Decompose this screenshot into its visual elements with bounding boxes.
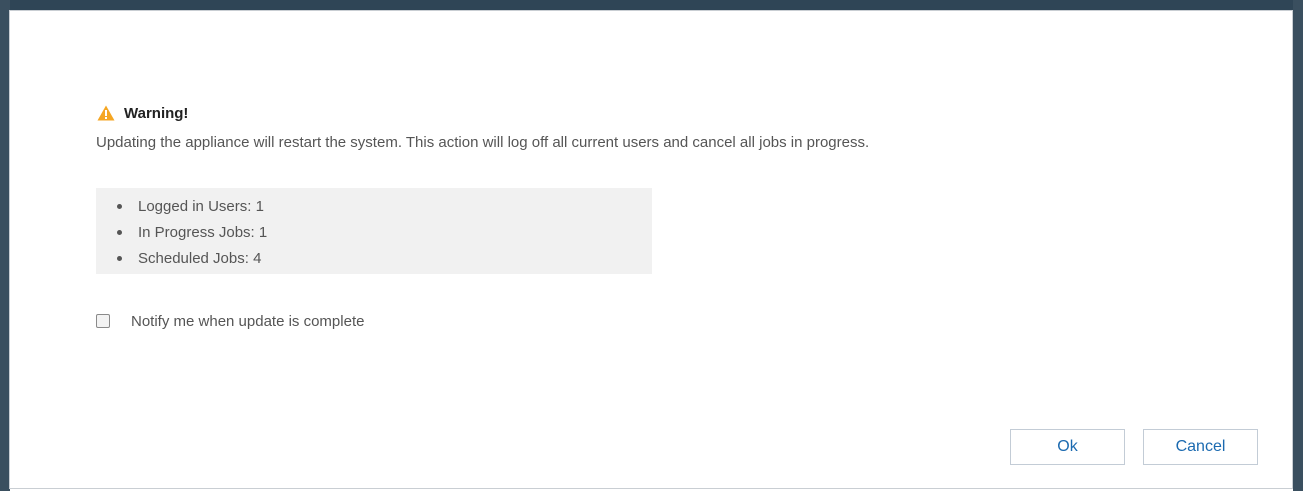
warning-message: Updating the appliance will restart the … — [96, 134, 870, 151]
scheduled-jobs-text: Scheduled Jobs: 4 — [138, 249, 262, 267]
notify-checkbox-row[interactable]: Notify me when update is complete — [96, 310, 364, 332]
logged-in-users-text: Logged in Users: 1 — [138, 197, 264, 215]
warning-title: Warning! — [124, 104, 189, 122]
notify-checkbox[interactable] — [96, 314, 110, 328]
warning-header: Warning! — [97, 103, 188, 123]
cancel-button[interactable]: Cancel — [1143, 429, 1258, 465]
in-progress-jobs-text: In Progress Jobs: 1 — [138, 223, 268, 241]
bullet-icon — [117, 203, 122, 209]
bullet-icon — [117, 255, 122, 261]
list-item-in-progress-jobs: In Progress Jobs: 1 — [96, 219, 652, 245]
ok-button[interactable]: Ok — [1010, 429, 1125, 465]
page-backdrop-right — [1293, 0, 1303, 491]
impact-summary-box: Logged in Users: 1 In Progress Jobs: 1 S… — [96, 188, 652, 274]
bullet-icon — [117, 229, 122, 235]
list-item-scheduled-jobs: Scheduled Jobs: 4 — [96, 245, 652, 271]
list-item-logged-in-users: Logged in Users: 1 — [96, 193, 652, 219]
notify-checkbox-label[interactable]: Notify me when update is complete — [131, 313, 364, 330]
update-warning-dialog: Warning! Updating the appliance will res… — [9, 10, 1293, 489]
impact-summary-list: Logged in Users: 1 In Progress Jobs: 1 S… — [96, 188, 652, 271]
warning-triangle-icon — [97, 105, 115, 121]
